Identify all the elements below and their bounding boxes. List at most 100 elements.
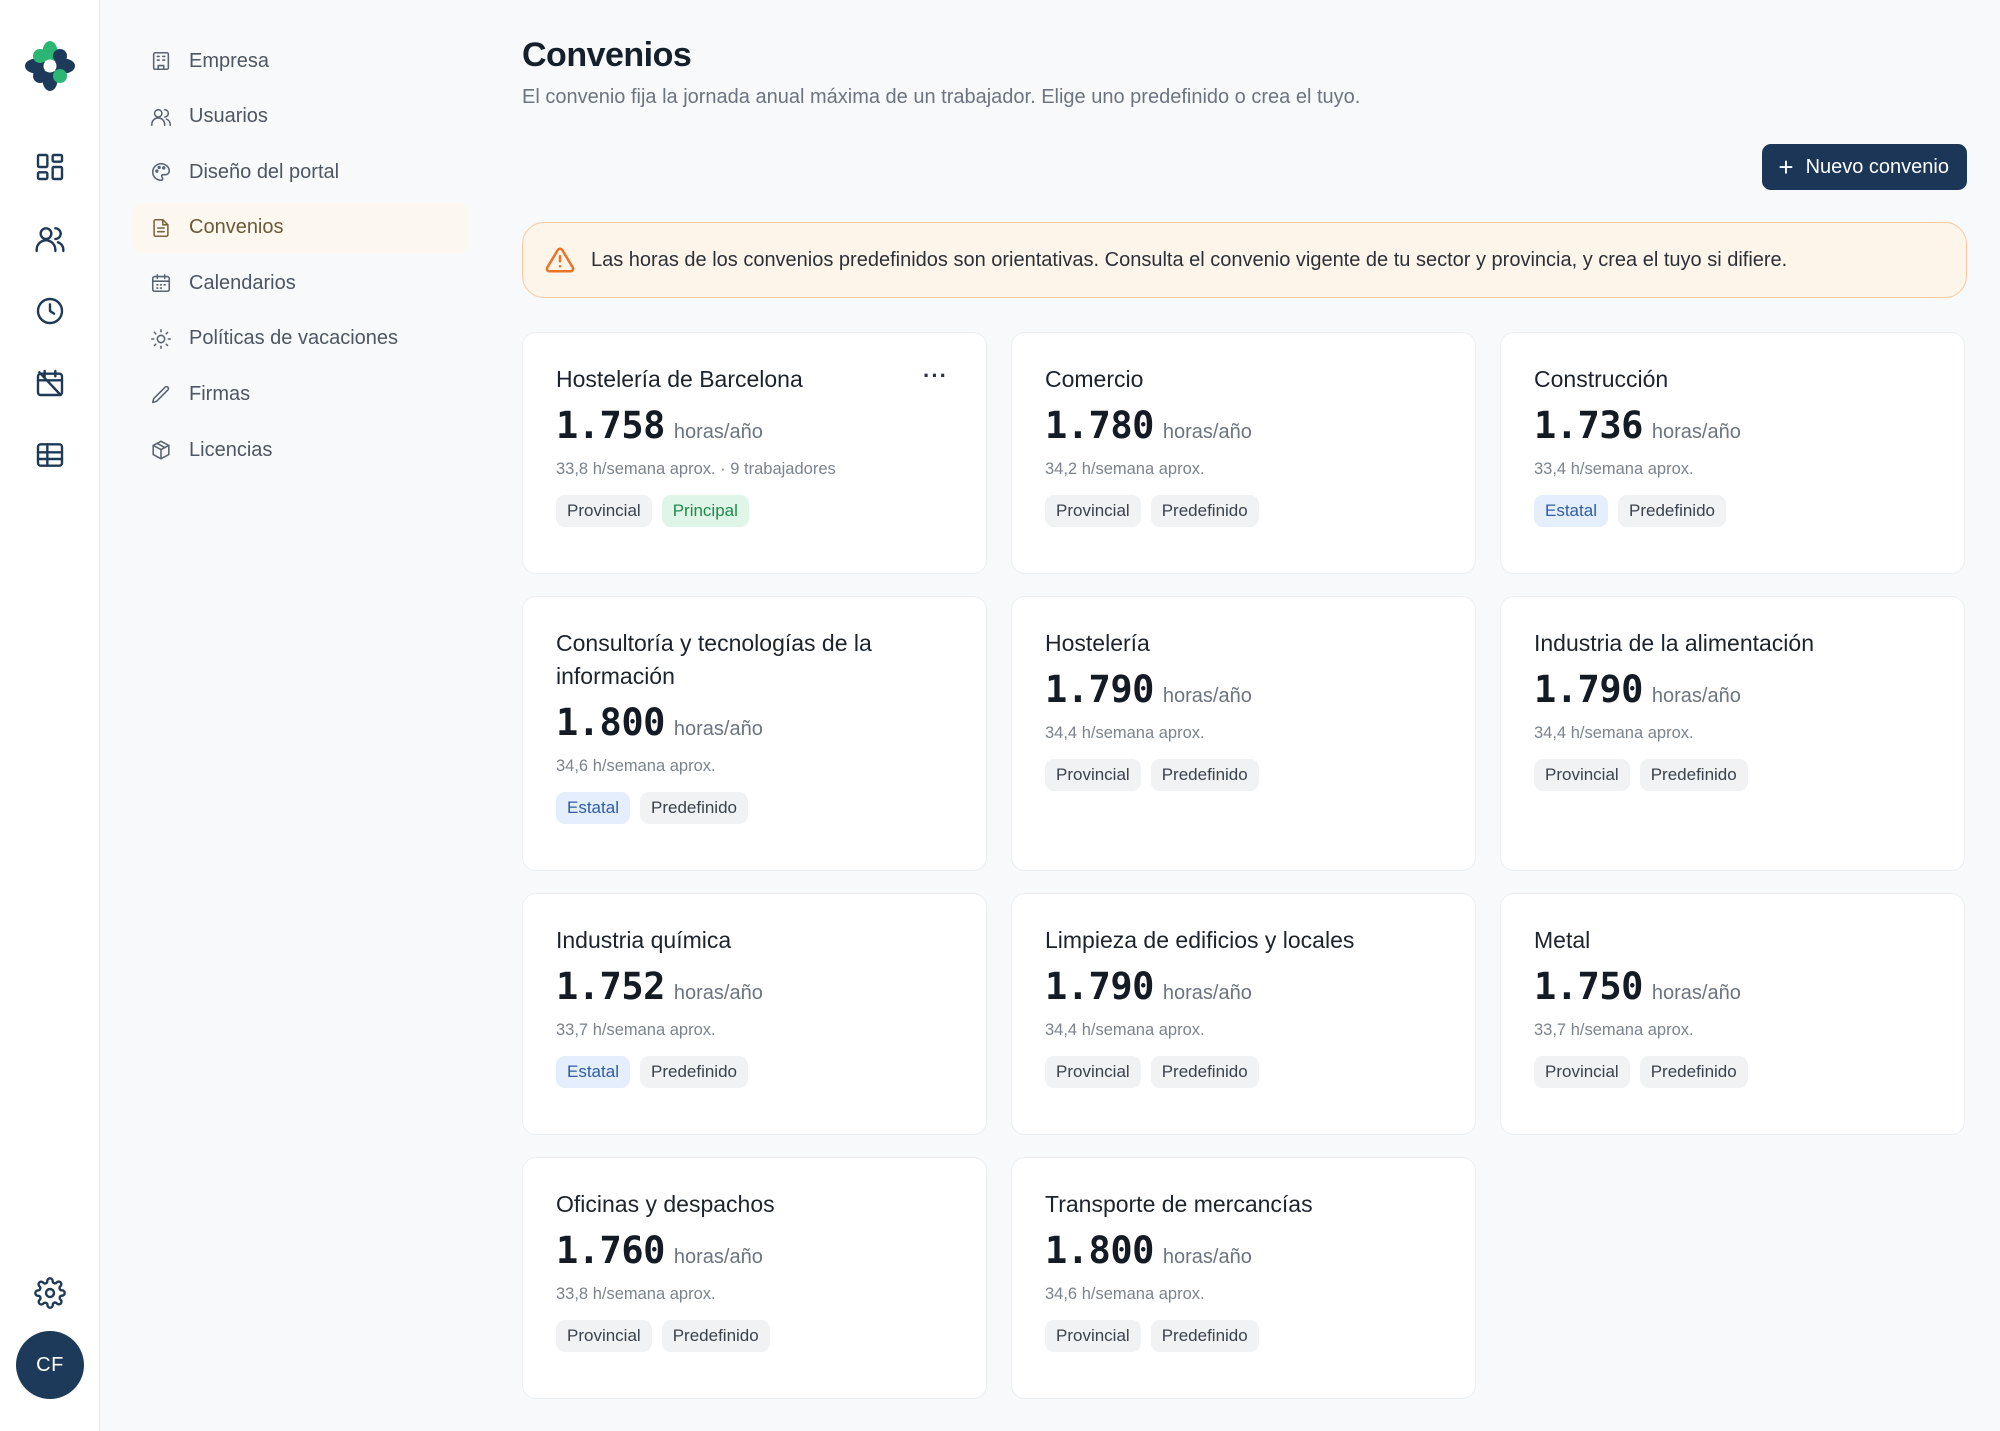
icon-rail: CF <box>0 0 100 1431</box>
settings-subnav: Empresa Usuarios Diseño del portal Conve… <box>132 36 468 481</box>
scope-tag: Provincial <box>1534 1056 1630 1088</box>
hours-unit: horas/año <box>1651 685 1741 707</box>
convenio-hours: 1.780 <box>1045 404 1154 447</box>
settings-gear-icon[interactable] <box>30 1273 70 1313</box>
subnav-label: Diseño del portal <box>189 160 340 183</box>
type-tag: Predefinido <box>1639 1056 1748 1088</box>
scope-tag: Estatal <box>556 792 630 824</box>
convenio-meta: 34,4 h/semana aprox. <box>1045 724 1205 742</box>
scope-tag: Estatal <box>1534 495 1608 527</box>
scope-tag: Provincial <box>556 1320 652 1352</box>
convenio-hours: 1.790 <box>1045 668 1154 711</box>
convenio-card[interactable]: Consultoría y tecnologías de la informac… <box>522 596 987 871</box>
type-tag: Predefinido <box>1150 1320 1259 1352</box>
convenio-card[interactable]: Construcción 1.736 horas/año 33,4 h/seman… <box>1500 332 1965 574</box>
convenio-meta: 33,8 h/semana aprox. <box>556 1285 716 1303</box>
new-convenio-button[interactable]: + Nuevo convenio <box>1762 144 1967 190</box>
subnav-item-diseno-portal[interactable]: Diseño del portal <box>132 147 468 197</box>
hours-unit: horas/año <box>1651 421 1741 443</box>
convenio-title: Industria química <box>556 927 732 953</box>
convenio-meta: 34,4 h/semana aprox. <box>1534 724 1694 742</box>
subnav-item-calendarios[interactable]: Calendarios <box>132 258 468 308</box>
convenio-card[interactable]: Metal 1.750 horas/año 33,7 h/semana aprox… <box>1500 893 1965 1135</box>
convenio-meta: 33,7 h/semana aprox. <box>556 1021 716 1039</box>
convenio-hours: 1.760 <box>556 1229 665 1272</box>
convenio-hours: 1.736 <box>1534 404 1643 447</box>
convenio-card[interactable]: Hostelería de Barcelona ··· 1.758 horas/a… <box>522 332 987 574</box>
type-tag: Predefinido <box>1150 1056 1259 1088</box>
principal-tag: Principal <box>661 495 749 527</box>
document-icon <box>153 218 169 237</box>
convenio-title: Industria de la alimentación <box>1534 630 1814 656</box>
subnav-label: Convenios <box>189 216 284 239</box>
subnav-item-politicas-vacaciones[interactable]: Políticas de vacaciones <box>132 314 468 364</box>
convenio-hours: 1.758 <box>556 404 665 447</box>
hours-unit: horas/año <box>1651 982 1741 1004</box>
convenio-title: Hostelería de Barcelona <box>556 366 803 392</box>
subnav-item-usuarios[interactable]: Usuarios <box>132 92 468 142</box>
type-tag: Predefinido <box>639 1056 748 1088</box>
table-icon[interactable] <box>30 435 70 475</box>
type-tag: Predefinido <box>1150 495 1259 527</box>
hours-unit: horas/año <box>1162 421 1252 443</box>
convenio-meta: 33,8 h/semana aprox. · 9 trabajadores <box>556 460 836 478</box>
sun-icon <box>151 329 171 349</box>
convenio-meta: 34,2 h/semana aprox. <box>1045 460 1205 478</box>
scope-tag: Provincial <box>1045 759 1141 791</box>
subnav-label: Políticas de vacaciones <box>189 327 399 350</box>
hours-unit: horas/año <box>673 1246 763 1268</box>
convenio-card[interactable]: Oficinas y despachos 1.760 horas/año 33,8… <box>522 1157 987 1399</box>
subnav-label: Usuarios <box>189 105 268 128</box>
subnav-item-firmas[interactable]: Firmas <box>132 370 468 420</box>
convenio-card[interactable]: Comercio 1.780 horas/año 34,2 h/semana ap… <box>1011 332 1476 574</box>
clock-icon[interactable] <box>30 291 70 331</box>
warning-alert: Las horas de los convenios predefinidos … <box>522 222 1967 298</box>
convenio-title: Transporte de mercancías <box>1045 1191 1313 1217</box>
subnav-label: Licencias <box>189 438 273 461</box>
pen-icon <box>151 385 170 403</box>
convenio-card[interactable]: Industria química 1.752 horas/año 33,7 h/… <box>522 893 987 1135</box>
warning-triangle-icon <box>545 247 575 273</box>
hours-unit: horas/año <box>673 718 763 740</box>
scope-tag: Provincial <box>1045 495 1141 527</box>
plus-icon: + <box>1778 152 1794 182</box>
convenio-card[interactable]: Industria de la alimentación 1.790 horas/… <box>1500 596 1965 871</box>
dashboard-icon[interactable] <box>30 147 70 187</box>
subnav-item-licencias[interactable]: Licencias <box>132 425 468 475</box>
calendar-icon <box>151 274 171 293</box>
convenio-card[interactable]: Hostelería 1.790 horas/año 34,4 h/semana … <box>1011 596 1476 871</box>
convenio-meta: 33,4 h/semana aprox. <box>1534 460 1694 478</box>
subnav-item-convenios[interactable]: Convenios <box>132 202 468 253</box>
hours-unit: horas/año <box>1162 1246 1252 1268</box>
people-icon[interactable] <box>30 219 70 259</box>
scope-tag: Provincial <box>1534 759 1630 791</box>
convenio-title: Limpieza de edificios y locales <box>1045 927 1355 953</box>
palette-icon <box>152 163 171 182</box>
page-title: Convenios <box>522 36 692 74</box>
more-options-icon[interactable]: ··· <box>923 363 948 389</box>
convenio-card[interactable]: Limpieza de edificios y locales 1.790 hor… <box>1011 893 1476 1135</box>
convenio-title: Oficinas y despachos <box>556 1191 775 1217</box>
calendar-off-icon[interactable] <box>30 363 70 403</box>
hours-unit: horas/año <box>1162 685 1252 707</box>
scope-tag: Estatal <box>556 1056 630 1088</box>
type-tag: Predefinido <box>1150 759 1259 791</box>
hours-unit: horas/año <box>673 982 763 1004</box>
user-avatar[interactable]: CF <box>16 1331 84 1399</box>
new-convenio-label: Nuevo convenio <box>1805 155 1949 178</box>
subnav-item-empresa[interactable]: Empresa <box>132 36 468 86</box>
convenio-hours: 1.750 <box>1534 965 1643 1008</box>
convenio-hours: 1.752 <box>556 965 665 1008</box>
convenio-title: Construcción <box>1534 366 1669 392</box>
flower-logo-icon[interactable] <box>24 40 76 92</box>
convenio-meta: 34,6 h/semana aprox. <box>1045 1285 1205 1303</box>
hours-unit: horas/año <box>673 421 763 443</box>
hours-unit: horas/año <box>1162 982 1252 1004</box>
convenio-hours: 1.790 <box>1534 668 1643 711</box>
convenio-title: Consultoría y tecnologías de la informac… <box>556 630 872 689</box>
scope-tag: Provincial <box>1045 1320 1141 1352</box>
convenio-card[interactable]: Transporte de mercancías 1.800 horas/año … <box>1011 1157 1476 1399</box>
subnav-label: Calendarios <box>189 271 296 294</box>
users-icon <box>151 108 171 126</box>
package-icon <box>152 440 170 460</box>
